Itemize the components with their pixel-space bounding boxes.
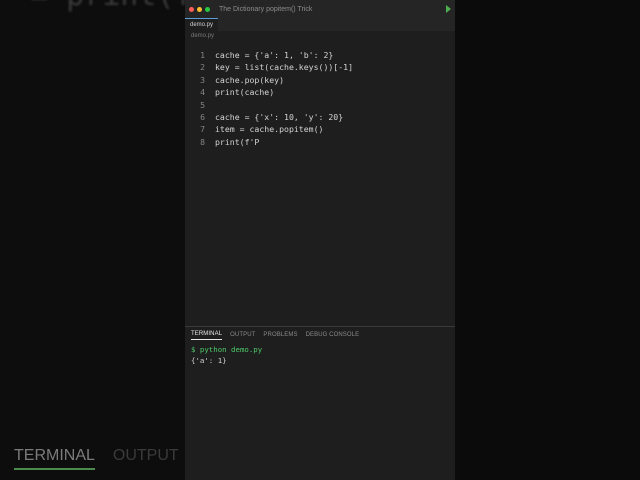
code-text: item = cache.popitem() <box>215 124 324 135</box>
editor-tab-bar: demo.py <box>185 18 455 31</box>
code-line: 5 <box>185 99 455 111</box>
code-editor[interactable]: 1 cache = {'a': 1, 'b': 2} 2 key = list(ca… <box>185 49 455 325</box>
bottom-panel: TERMINAL OUTPUT PROBLEMS DEBUG CONSOLE $… <box>185 326 455 480</box>
background-tab-terminal: TERMINAL <box>14 447 95 470</box>
background-left: = print(f'P TERMINAL OUTPUT <box>0 0 185 480</box>
tab-output[interactable]: OUTPUT <box>230 332 255 340</box>
line-number: 8 <box>200 136 205 147</box>
code-line: 4 print(cache) <box>185 86 455 98</box>
line-number: 3 <box>200 74 205 85</box>
code-text: cache = {'a': 1, 'b': 2} <box>215 50 334 60</box>
code-line: 1 cache = {'a': 1, 'b': 2} <box>185 49 455 61</box>
code-line: 7 item = cache.popitem() <box>185 123 455 135</box>
panel-tabs: TERMINAL OUTPUT PROBLEMS DEBUG CONSOLE <box>185 327 455 340</box>
background-right <box>455 0 640 480</box>
editor-window: The Dictionary popitem() Trick demo.py d… <box>185 0 455 480</box>
minimize-window-button[interactable] <box>197 6 202 12</box>
run-icon[interactable] <box>446 5 451 13</box>
background-panel-tabs: TERMINAL OUTPUT <box>14 447 179 470</box>
line-number: 1 <box>200 50 205 60</box>
code-text: print(f'P <box>215 136 260 147</box>
code-text: print(cache) <box>215 87 275 98</box>
breadcrumb[interactable]: demo.py <box>185 31 455 45</box>
line-number: 2 <box>200 62 205 73</box>
code-text: cache = {'x': 10, 'y': 20} <box>215 111 344 122</box>
code-line: 6 cache = {'x': 10, 'y': 20} <box>185 111 455 123</box>
tab-debug-console[interactable]: DEBUG CONSOLE <box>306 332 360 340</box>
tab-problems[interactable]: PROBLEMS <box>263 332 297 340</box>
background-tab-output: OUTPUT <box>112 447 179 464</box>
code-line: 3 cache.pop(key) <box>185 74 455 86</box>
terminal[interactable]: $ python demo.py {'a': 1} <box>185 340 455 371</box>
background-code-fragment: = print(f'P <box>30 0 185 13</box>
line-number: 5 <box>200 99 205 110</box>
line-number: 4 <box>200 87 205 98</box>
close-window-button[interactable] <box>189 6 194 12</box>
code-line: 2 key = list(cache.keys())[-1] <box>185 61 455 73</box>
code-text: cache.pop(key) <box>215 74 285 85</box>
terminal-command: $ python demo.py <box>191 345 263 354</box>
terminal-output: {'a': 1} <box>191 355 227 365</box>
line-number: 6 <box>200 111 205 122</box>
maximize-window-button[interactable] <box>205 6 210 12</box>
window-title: The Dictionary popitem() Trick <box>219 5 313 13</box>
title-bar: The Dictionary popitem() Trick <box>185 0 455 18</box>
tab-terminal[interactable]: TERMINAL <box>191 331 223 340</box>
code-text: key = list(cache.keys())[-1] <box>215 62 354 73</box>
tab-demo-py[interactable]: demo.py <box>185 18 219 31</box>
line-number: 7 <box>200 124 205 135</box>
code-line: 8 print(f'P <box>185 136 455 148</box>
